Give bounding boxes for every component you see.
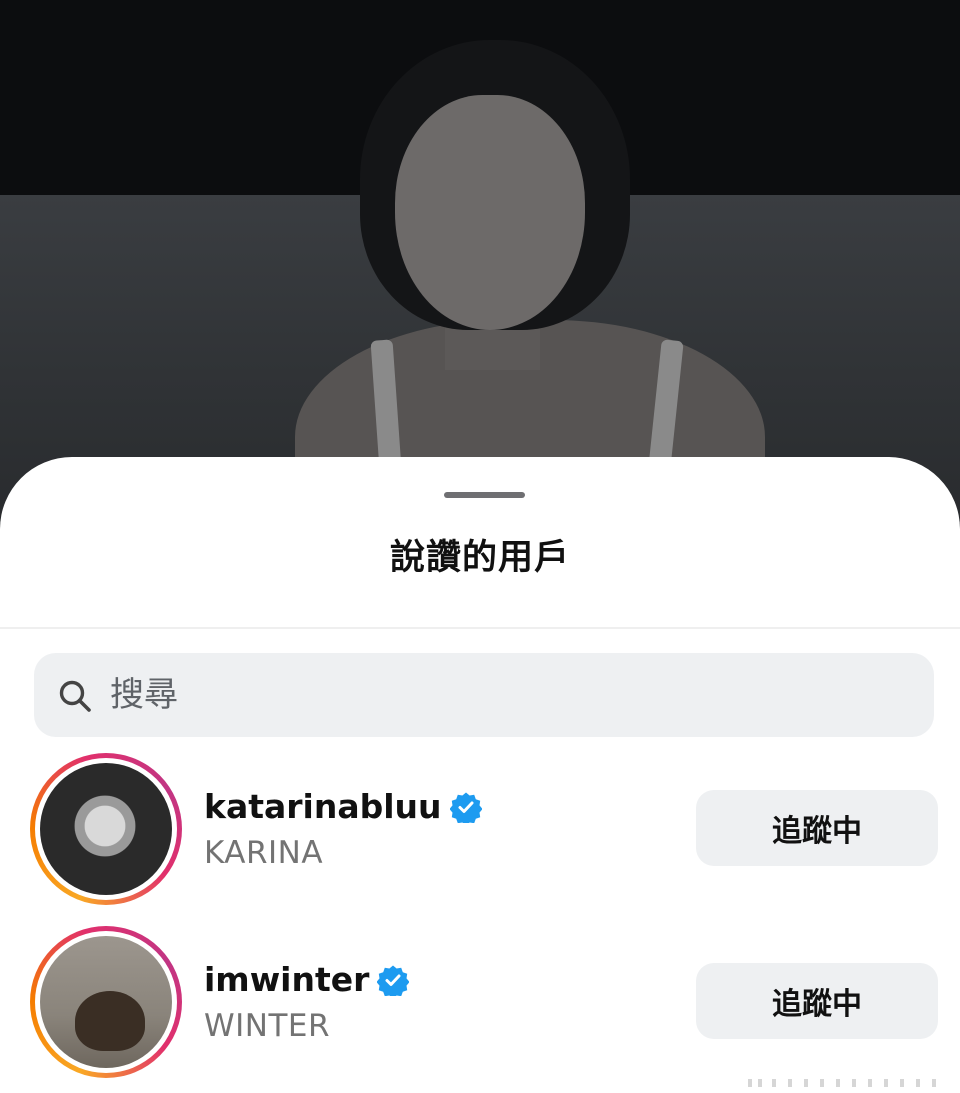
likes-bottom-sheet: 說讚的用戶 katarinabluu KARINA 追蹤中: [0, 457, 960, 1093]
display-name: WINTER: [204, 1008, 331, 1044]
avatar: [40, 763, 172, 895]
search-input[interactable]: [110, 653, 910, 737]
following-button[interactable]: 追蹤中: [696, 790, 938, 866]
search-icon: [59, 680, 91, 712]
user-row[interactable]: imwinter WINTER 追蹤中: [0, 926, 960, 1086]
following-button[interactable]: 追蹤中: [696, 963, 938, 1039]
sheet-title: 說讚的用戶: [389, 538, 570, 578]
verified-badge-icon: [377, 965, 410, 996]
username[interactable]: imwinter: [204, 960, 369, 999]
user-row[interactable]: katarinabluu KARINA 追蹤中: [0, 753, 960, 913]
display-name: KARINA: [204, 835, 324, 871]
sheet-drag-handle[interactable]: [444, 492, 525, 498]
photo-person-face: [395, 95, 585, 330]
story-ring[interactable]: [30, 926, 182, 1078]
avatar: [40, 936, 172, 1068]
username[interactable]: katarinabluu: [204, 787, 442, 826]
sheet-divider: [0, 627, 960, 629]
watermark-mark: [748, 1079, 936, 1087]
story-ring[interactable]: [30, 753, 182, 905]
post-photo: [0, 0, 960, 520]
search-bar[interactable]: [34, 653, 934, 737]
verified-badge-icon: [449, 792, 482, 823]
